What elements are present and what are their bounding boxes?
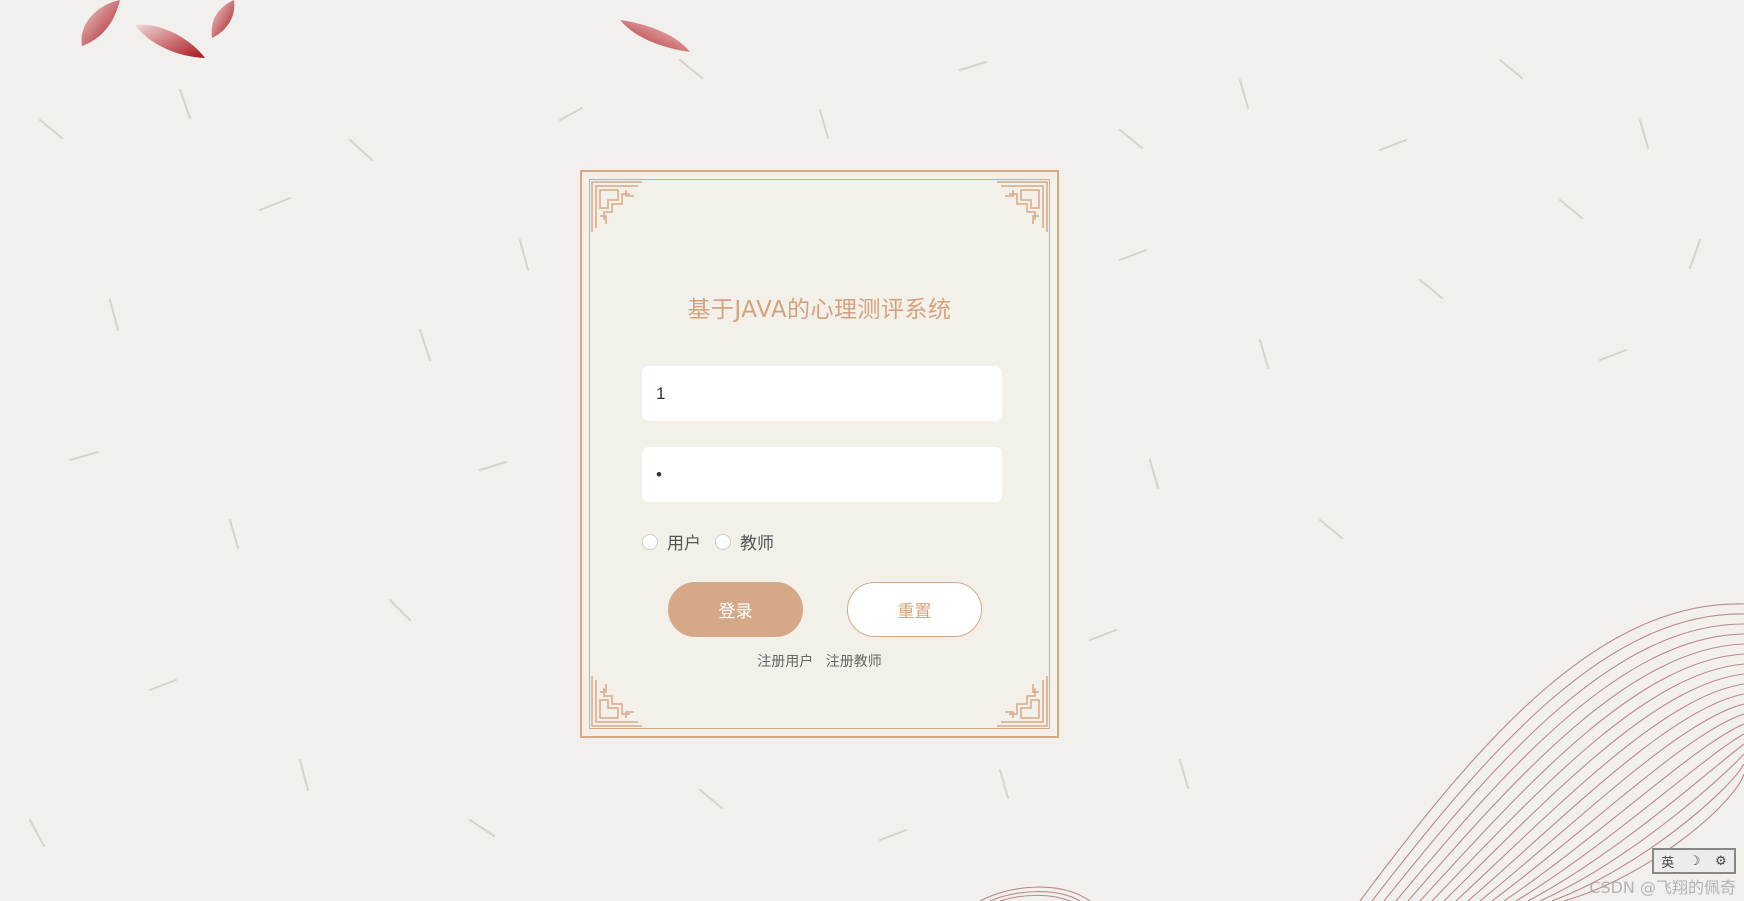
register-links: 注册用户 注册教师 xyxy=(582,651,1057,671)
username-input[interactable] xyxy=(642,366,1002,421)
login-page: 基于JAVA的心理测评系统 用户 教师 登录 重置 注册用户 注册教师 英 ☽ … xyxy=(0,0,1744,901)
wave-decoration xyxy=(979,603,1744,901)
page-title: 基于JAVA的心理测评系统 xyxy=(687,297,952,323)
ime-toolbar[interactable]: 英 ☽ ⚙ xyxy=(1652,848,1736,874)
role-selector: 用户 教师 xyxy=(642,529,788,554)
lattice-corner-icon xyxy=(591,181,642,232)
login-button[interactable]: 登录 xyxy=(668,582,803,637)
role-user-label[interactable]: 用户 xyxy=(667,529,701,554)
moon-icon[interactable]: ☽ xyxy=(1689,854,1701,869)
reset-button[interactable]: 重置 xyxy=(847,582,982,637)
gear-icon[interactable]: ⚙ xyxy=(1715,854,1727,869)
register-user-link[interactable]: 注册用户 xyxy=(757,654,813,670)
lattice-corner-icon xyxy=(591,676,642,727)
radio-icon[interactable] xyxy=(715,533,731,550)
register-teacher-link[interactable]: 注册教师 xyxy=(826,654,882,670)
login-card: 基于JAVA的心理测评系统 用户 教师 登录 重置 注册用户 注册教师 xyxy=(580,170,1059,738)
lattice-corner-icon xyxy=(997,676,1048,727)
ime-mode-label[interactable]: 英 xyxy=(1661,852,1674,871)
role-teacher-label[interactable]: 教师 xyxy=(740,529,774,554)
radio-icon[interactable] xyxy=(642,533,658,550)
watermark: CSDN @飞翔的佩奇 xyxy=(1589,878,1736,897)
lattice-corner-icon xyxy=(997,181,1048,232)
petal-decoration xyxy=(81,0,690,59)
password-input[interactable] xyxy=(642,447,1002,502)
